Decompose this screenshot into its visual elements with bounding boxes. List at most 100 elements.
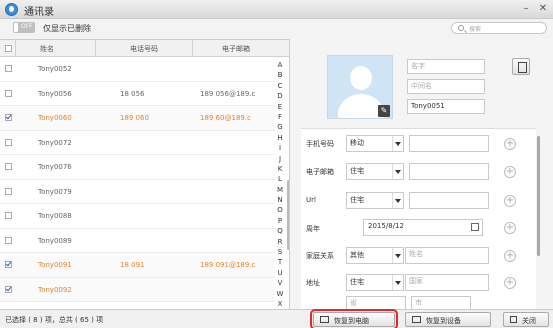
index-letter[interactable]: A — [275, 60, 285, 70]
list-scrollbar[interactable] — [287, 180, 289, 250]
index-letter[interactable]: R — [275, 237, 285, 247]
index-letter[interactable]: B — [275, 70, 285, 80]
restore-to-pc-button[interactable]: 恢复到电脑 — [310, 309, 398, 328]
table-row[interactable]: Tony0089 — [0, 229, 275, 253]
detail-scrollbar[interactable] — [537, 136, 540, 256]
url-label: Url — [306, 196, 316, 204]
address-type-select[interactable]: 住宅 — [346, 274, 404, 291]
add-address-icon[interactable]: + — [504, 277, 516, 289]
index-letter[interactable]: N — [275, 195, 285, 205]
minimize-icon[interactable]: – — [520, 3, 532, 15]
row-checkbox[interactable] — [5, 114, 12, 121]
contact-name: Tony0076 — [38, 163, 72, 171]
column-header-name[interactable]: 姓名 — [40, 44, 54, 54]
row-checkbox[interactable] — [5, 89, 12, 97]
close-window-icon[interactable]: ✕ — [537, 3, 549, 15]
contact-phone: 18 056 — [120, 89, 145, 98]
index-letter[interactable]: O — [275, 205, 285, 215]
contact-name: Tony0091 — [38, 261, 72, 269]
table-header: 姓名 电话号码 电子邮箱 — [0, 40, 289, 57]
index-letter[interactable]: K — [275, 164, 285, 174]
row-checkbox[interactable] — [5, 236, 12, 244]
index-letter[interactable]: I — [275, 143, 285, 153]
index-letter[interactable]: M — [275, 185, 285, 195]
calendar-icon[interactable] — [471, 223, 479, 231]
index-letter[interactable]: P — [275, 216, 285, 226]
index-letter[interactable]: T — [275, 257, 285, 267]
column-header-email[interactable]: 电子邮箱 — [222, 44, 250, 54]
country-field[interactable]: 国家 — [405, 274, 489, 291]
chevron-down-icon — [392, 275, 403, 290]
add-anniversary-icon[interactable]: + — [504, 222, 516, 234]
index-letter[interactable]: V — [275, 278, 285, 288]
table-row[interactable]: Tony0056 18 056 189 056@189.c — [0, 82, 275, 106]
exit-icon — [510, 316, 517, 323]
row-checkbox[interactable] — [5, 138, 12, 146]
first-name-field[interactable]: 名字 — [407, 59, 485, 74]
email-type-select[interactable]: 住宅 — [346, 163, 404, 180]
table-row[interactable]: Tony0091 18 091 189 091@189.c — [0, 253, 275, 278]
row-checkbox[interactable] — [5, 261, 12, 268]
import-contact-button[interactable] — [512, 58, 530, 75]
email-field[interactable] — [409, 163, 489, 180]
anniversary-date-field[interactable]: 2015/8/12 — [363, 219, 483, 236]
edit-avatar-icon[interactable]: ✎ — [378, 105, 390, 117]
index-letter[interactable]: F — [275, 112, 285, 122]
phone-type-select[interactable]: 移动 — [346, 135, 404, 152]
last-name-field[interactable]: Tony0051 — [407, 99, 485, 114]
table-row[interactable]: Tony0088 — [0, 204, 275, 229]
index-letter[interactable]: X — [275, 299, 285, 309]
alphabet-index: A B C D E F G H I J K L M N O P Q R S T … — [275, 60, 285, 309]
index-letter[interactable]: H — [275, 133, 285, 143]
row-checkbox[interactable] — [5, 163, 12, 170]
family-relation-select[interactable]: 其他 — [346, 247, 404, 264]
contact-form: 手机号码 移动 + 电子邮箱 住宅 + Url 住宅 + 周年 2015/8/1… — [301, 128, 536, 309]
add-phone-icon[interactable]: + — [504, 138, 516, 150]
family-name-field[interactable]: 姓名 — [405, 247, 489, 264]
table-row[interactable]: Tony0052 — [0, 57, 275, 82]
index-letter[interactable]: G — [275, 122, 285, 132]
row-checkbox[interactable] — [5, 187, 12, 195]
index-letter[interactable]: E — [275, 102, 285, 112]
add-email-icon[interactable]: + — [504, 166, 516, 178]
column-divider — [192, 40, 193, 57]
add-family-icon[interactable]: + — [504, 250, 516, 262]
close-button[interactable]: 关闭 — [503, 312, 549, 327]
phone-number-field[interactable] — [409, 135, 489, 152]
search-input[interactable]: 搜索 — [451, 22, 547, 34]
chevron-down-icon — [392, 164, 403, 179]
row-checkbox[interactable] — [5, 285, 12, 293]
phone-label: 手机号码 — [306, 140, 334, 148]
index-letter[interactable]: S — [275, 247, 285, 257]
index-letter[interactable]: U — [275, 268, 285, 278]
add-url-icon[interactable]: + — [504, 195, 516, 207]
index-letter[interactable]: W — [275, 289, 285, 299]
table-row[interactable]: Tony0076 — [0, 155, 275, 180]
column-divider — [15, 40, 16, 57]
province-field[interactable]: 省 — [346, 296, 406, 309]
middle-name-field[interactable]: 中间名 — [407, 79, 485, 94]
url-field[interactable] — [409, 192, 489, 209]
title-bar: 通讯录 – ✕ — [0, 0, 553, 19]
url-type-select[interactable]: 住宅 — [346, 192, 404, 209]
index-letter[interactable]: L — [275, 174, 285, 184]
column-header-phone[interactable]: 电话号码 — [130, 44, 158, 54]
index-letter[interactable]: Q — [275, 226, 285, 236]
show-deleted-toggle[interactable]: OFF — [13, 22, 35, 33]
row-checkbox[interactable] — [5, 212, 12, 219]
row-checkbox[interactable] — [5, 65, 12, 72]
avatar-head-shape — [350, 66, 372, 90]
contact-email: 189 091@189.c — [200, 261, 256, 269]
device-icon — [412, 316, 421, 323]
select-all-checkbox[interactable] — [5, 45, 12, 52]
address-type-value: 住宅 — [350, 278, 364, 286]
table-row[interactable]: Tony0079 — [0, 180, 275, 204]
table-row[interactable]: Tony0092 — [0, 277, 275, 302]
index-letter[interactable]: C — [275, 81, 285, 91]
city-field[interactable]: 市 — [411, 296, 471, 309]
index-letter[interactable]: J — [275, 154, 285, 164]
table-row[interactable]: Tony0060 189 060 189 60@189.c — [0, 106, 275, 131]
index-letter[interactable]: D — [275, 91, 285, 101]
table-row[interactable]: Tony0072 — [0, 131, 275, 155]
restore-to-device-button[interactable]: 恢复到设备 — [405, 312, 491, 327]
